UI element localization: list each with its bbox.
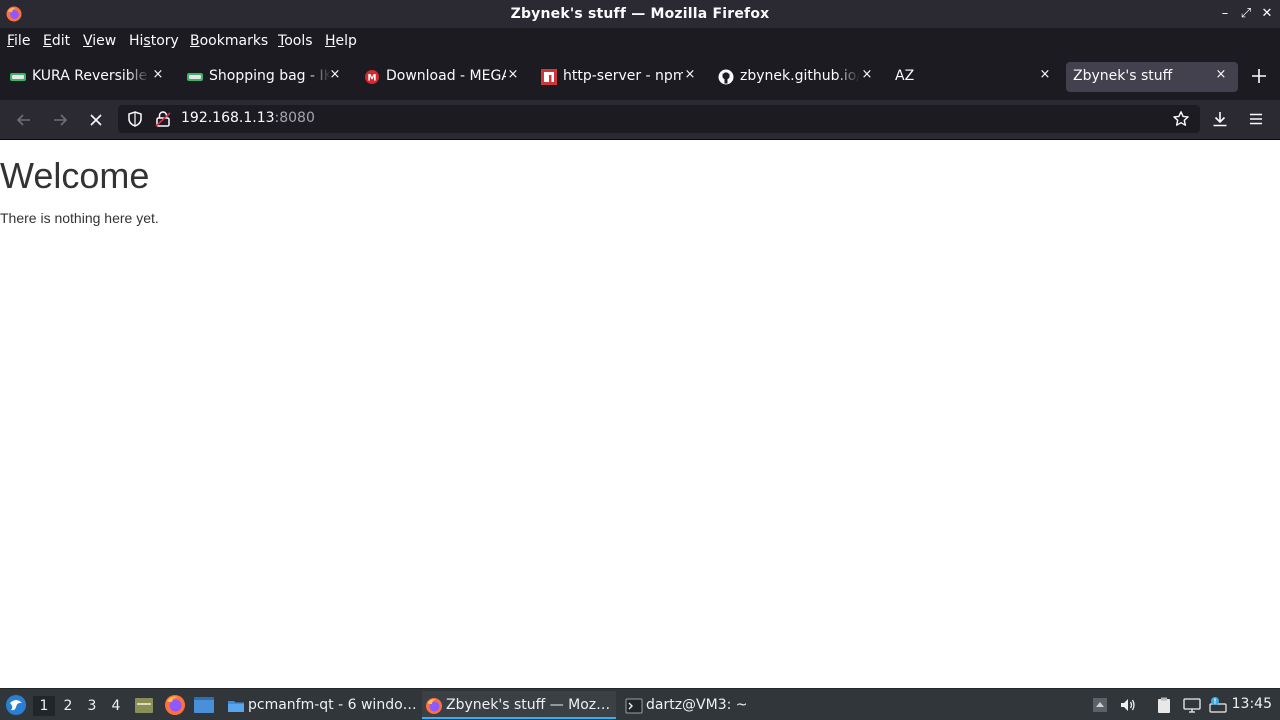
volume-icon[interactable] — [1119, 696, 1137, 714]
bookmark-star-icon[interactable] — [1172, 110, 1190, 128]
tab-zbyneks-stuff[interactable]: Zbynek's stuff × — [1066, 62, 1238, 92]
tab-label: Download - MEGA — [386, 68, 506, 84]
network-notification-icon[interactable] — [1209, 696, 1227, 714]
tab-label: Zbynek's stuff — [1073, 68, 1173, 84]
clock: 13:45 — [1231, 696, 1272, 712]
tab-close-icon[interactable]: × — [505, 67, 521, 85]
desktop-1[interactable]: 1 — [33, 696, 55, 716]
tab-label: zbynek.github.io/a — [740, 68, 860, 84]
menu-tools[interactable]: Tools — [278, 33, 313, 49]
menu-edit[interactable]: Edit — [43, 33, 70, 49]
task-label: dartz@VM3: ~ — [646, 697, 748, 713]
start-menu-icon[interactable] — [5, 694, 27, 716]
firefox-icon — [426, 698, 442, 714]
url-host: 192.168.1.13 — [181, 110, 275, 126]
desktop-3[interactable]: 3 — [81, 696, 103, 716]
insecure-lock-icon[interactable] — [154, 110, 172, 128]
hamburger-menu-icon[interactable] — [1247, 110, 1265, 128]
url-text[interactable]: 192.168.1.13:8080 — [181, 110, 315, 126]
window-title: Zbynek's stuff — Mozilla Firefox — [510, 6, 770, 22]
page-content: Welcome There is nothing here yet. — [0, 141, 1280, 688]
ikea-favicon-icon — [187, 73, 203, 81]
desktop-4[interactable]: 4 — [105, 696, 127, 716]
menu-view[interactable]: View — [83, 33, 116, 49]
task-pcmanfm[interactable]: pcmanfm-qt - 6 windo… — [224, 691, 418, 719]
desktop-2[interactable]: 2 — [57, 696, 79, 716]
tab-close-icon[interactable]: × — [859, 67, 875, 85]
tab-github[interactable]: zbynek.github.io/a × — [718, 62, 874, 92]
tab-label: http-server - npm — [563, 68, 683, 84]
minimize-button[interactable]: – — [1217, 6, 1233, 22]
tray-expander-icon[interactable] — [1091, 696, 1109, 714]
tab-label: Shopping bag - IKI — [209, 68, 331, 84]
downloads-icon[interactable] — [1211, 110, 1229, 128]
menu-history[interactable]: History — [129, 33, 179, 49]
firefox-launcher-icon[interactable] — [164, 694, 186, 716]
tab-close-icon[interactable]: × — [682, 67, 698, 85]
close-window-button[interactable]: ✕ — [1259, 6, 1275, 22]
file-manager-launcher-icon[interactable] — [193, 695, 215, 715]
system-taskbar: 1 2 3 4 pcmanfm-qt - 6 windo… Zbynek's s… — [0, 688, 1280, 720]
tab-kura[interactable]: KURA Reversible b × — [10, 62, 166, 92]
svg-text:M: M — [368, 74, 377, 84]
folder-icon — [228, 701, 244, 712]
tab-close-icon[interactable]: × — [327, 67, 343, 85]
tab-close-icon[interactable]: × — [150, 67, 166, 85]
back-icon[interactable] — [15, 111, 33, 129]
tab-az[interactable]: AZ × — [895, 62, 1055, 92]
tab-label: KURA Reversible b — [32, 68, 150, 84]
window-titlebar: Zbynek's stuff — Mozilla Firefox – ⤢ ✕ — [0, 0, 1280, 28]
stop-loading-icon[interactable] — [87, 111, 105, 129]
url-port: :8080 — [274, 110, 315, 126]
tab-label: AZ — [895, 68, 915, 84]
menu-bookmarks[interactable]: Bookmarks — [190, 33, 268, 49]
npm-favicon-icon — [541, 69, 557, 85]
tracking-protection-shield-icon[interactable] — [126, 110, 144, 128]
ikea-favicon-icon — [10, 73, 26, 81]
show-desktop-icon[interactable] — [134, 695, 154, 715]
forward-icon[interactable] — [51, 111, 69, 129]
tab-shopping-bag[interactable]: Shopping bag - IKI × — [187, 62, 343, 92]
tab-npm[interactable]: http-server - npm × — [541, 62, 697, 92]
github-favicon-icon — [718, 69, 734, 85]
maximize-button[interactable]: ⤢ — [1238, 6, 1254, 22]
page-heading: Welcome — [0, 155, 150, 196]
clipboard-icon[interactable] — [1155, 696, 1173, 714]
task-label: Zbynek's stuff — Moz… — [446, 697, 611, 713]
tab-close-icon[interactable]: × — [1037, 67, 1053, 85]
new-tab-icon[interactable] — [1250, 67, 1268, 85]
task-terminal[interactable]: dartz@VM3: ~ — [622, 691, 816, 719]
menu-bar: File Edit View History Bookmarks Tools H… — [0, 28, 1280, 54]
task-firefox[interactable]: Zbynek's stuff — Moz… — [422, 691, 616, 719]
display-icon[interactable] — [1183, 696, 1201, 714]
page-body-text: There is nothing here yet. — [0, 210, 159, 226]
task-label: pcmanfm-qt - 6 windo… — [248, 697, 417, 713]
menu-help[interactable]: Help — [325, 33, 357, 49]
tab-mega[interactable]: M Download - MEGA × — [364, 62, 520, 92]
menu-file[interactable]: File — [7, 33, 30, 49]
terminal-icon — [625, 698, 643, 714]
tab-close-icon[interactable]: × — [1213, 67, 1229, 85]
mega-favicon-icon: M — [365, 70, 379, 84]
